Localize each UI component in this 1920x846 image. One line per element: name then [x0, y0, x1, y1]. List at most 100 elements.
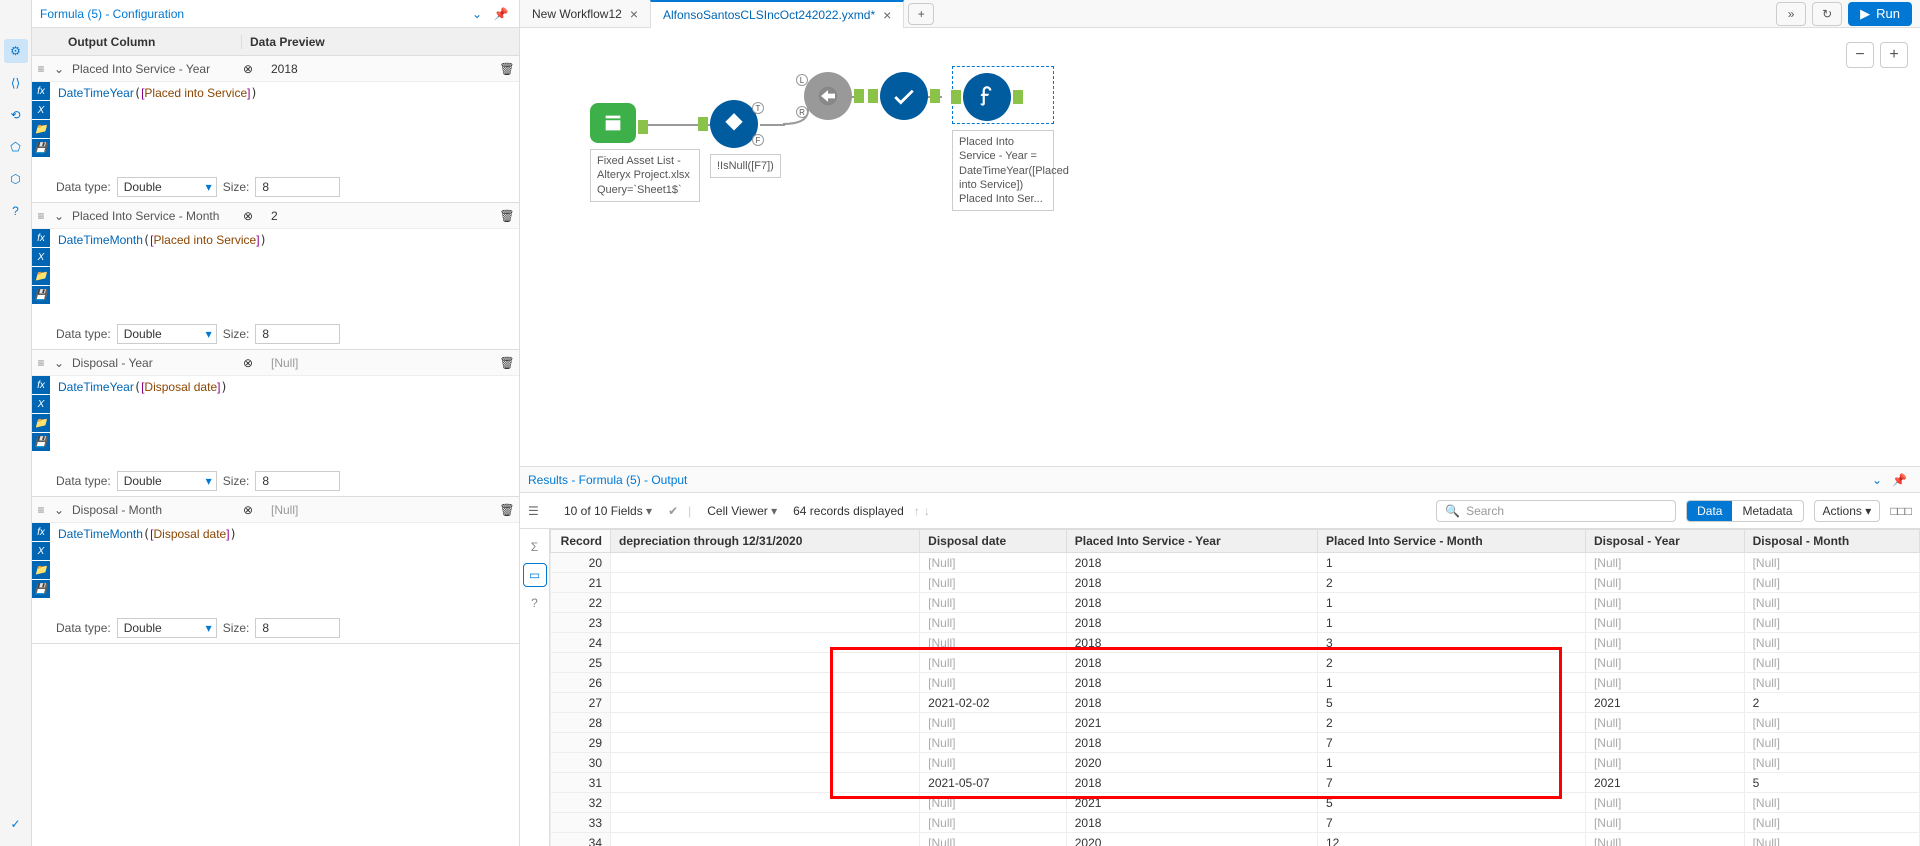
folder-icon[interactable]: 📁 — [32, 561, 50, 579]
datatype-dropdown[interactable]: Double — [117, 324, 217, 344]
column-header[interactable]: Placed Into Service - Month — [1317, 530, 1585, 553]
table-cell[interactable] — [611, 653, 920, 673]
chevron-down-icon[interactable]: ⌄ — [50, 209, 68, 223]
pin-icon[interactable]: 📌 — [491, 4, 511, 24]
drag-handle-icon[interactable]: ≡ — [32, 356, 50, 370]
anchor-false[interactable]: F — [752, 134, 764, 146]
table-cell[interactable] — [611, 813, 920, 833]
table-cell[interactable]: [Null] — [1585, 713, 1744, 733]
table-cell[interactable]: 24 — [551, 633, 611, 653]
table-cell[interactable]: 1 — [1317, 593, 1585, 613]
size-input[interactable]: 8 — [255, 324, 340, 344]
table-cell[interactable]: 2018 — [1066, 573, 1317, 593]
table-cell[interactable]: 26 — [551, 673, 611, 693]
chevron-down-icon[interactable]: ⌄ — [50, 503, 68, 517]
table-cell[interactable]: 3 — [1317, 633, 1585, 653]
table-cell[interactable]: 2018 — [1066, 813, 1317, 833]
table-row[interactable]: 34[Null]202012[Null][Null] — [551, 833, 1920, 846]
table-cell[interactable]: [Null] — [920, 673, 1067, 693]
table-cell[interactable]: [Null] — [920, 833, 1067, 846]
help-icon[interactable]: ? — [4, 199, 28, 223]
datatype-dropdown[interactable]: Double — [117, 618, 217, 638]
table-cell[interactable]: [Null] — [1585, 553, 1744, 573]
table-cell[interactable] — [611, 593, 920, 613]
formula-editor[interactable]: DateTimeMonth([Placed into Service]) — [50, 229, 519, 319]
anchor-out[interactable] — [1013, 90, 1023, 104]
table-row[interactable]: 22[Null]20181[Null][Null] — [551, 593, 1920, 613]
overflow-icon[interactable]: » — [1776, 2, 1806, 26]
table-row[interactable]: 26[Null]20181[Null][Null] — [551, 673, 1920, 693]
anchor-in[interactable]: R — [796, 106, 808, 118]
table-cell[interactable]: [Null] — [1585, 733, 1744, 753]
table-cell[interactable] — [611, 713, 920, 733]
table-cell[interactable] — [611, 693, 920, 713]
tag-icon[interactable]: ⬠ — [4, 135, 28, 159]
table-cell[interactable]: 21 — [551, 573, 611, 593]
table-row[interactable]: 33[Null]20187[Null][Null] — [551, 813, 1920, 833]
table-cell[interactable]: 2 — [1317, 653, 1585, 673]
table-row[interactable]: 24[Null]20183[Null][Null] — [551, 633, 1920, 653]
add-tab-button[interactable]: + — [908, 3, 934, 25]
transform-tool-node[interactable]: L R — [804, 72, 852, 120]
zoom-out-button[interactable]: − — [1846, 42, 1874, 68]
history-icon[interactable]: ↻ — [1812, 2, 1842, 26]
table-cell[interactable]: [Null] — [1744, 593, 1919, 613]
data-view-icon[interactable]: ▭ — [523, 563, 547, 587]
size-input[interactable]: 8 — [255, 177, 340, 197]
table-cell[interactable]: [Null] — [1585, 673, 1744, 693]
table-cell[interactable]: 2020 — [1066, 833, 1317, 846]
messages-view-icon[interactable]: Σ — [523, 535, 547, 559]
table-cell[interactable]: [Null] — [1744, 813, 1919, 833]
table-cell[interactable]: 33 — [551, 813, 611, 833]
chevron-down-icon[interactable]: ⌄ — [50, 62, 68, 76]
trash-icon[interactable]: 🗑 — [495, 503, 519, 517]
table-cell[interactable]: 2018 — [1066, 633, 1317, 653]
table-cell[interactable] — [611, 753, 920, 773]
save-icon[interactable]: 💾 — [32, 286, 50, 304]
datatype-dropdown[interactable]: Double — [117, 471, 217, 491]
table-cell[interactable]: 2021 — [1585, 773, 1744, 793]
table-cell[interactable]: [Null] — [1744, 793, 1919, 813]
table-cell[interactable]: 31 — [551, 773, 611, 793]
table-cell[interactable]: 5 — [1744, 773, 1919, 793]
column-name[interactable]: Disposal - Month — [68, 503, 243, 517]
table-cell[interactable]: 20 — [551, 553, 611, 573]
x-icon[interactable]: X — [32, 395, 50, 413]
table-cell[interactable]: [Null] — [1744, 653, 1919, 673]
trash-icon[interactable]: 🗑 — [495, 62, 519, 76]
folder-icon[interactable]: 📁 — [32, 267, 50, 285]
package-icon[interactable]: ⬡ — [4, 167, 28, 191]
help-icon[interactable]: ? — [523, 591, 547, 615]
table-cell[interactable]: [Null] — [1585, 593, 1744, 613]
table-cell[interactable]: [Null] — [1585, 833, 1744, 846]
fx-icon[interactable]: fx — [32, 376, 50, 394]
table-cell[interactable]: 2021-05-07 — [920, 773, 1067, 793]
anchor-in[interactable] — [868, 89, 878, 103]
clear-icon[interactable]: ⊗ — [243, 356, 263, 370]
table-cell[interactable]: 1 — [1317, 613, 1585, 633]
formula-editor[interactable]: DateTimeMonth([Disposal date]) — [50, 523, 519, 613]
table-cell[interactable]: 2021 — [1585, 693, 1744, 713]
input-tool-node[interactable]: Fixed Asset List - Alteryx Project.xlsx … — [590, 103, 700, 202]
table-cell[interactable]: [Null] — [920, 653, 1067, 673]
datatype-dropdown[interactable]: Double — [117, 177, 217, 197]
table-row[interactable]: 21[Null]20182[Null][Null] — [551, 573, 1920, 593]
data-tab[interactable]: Data — [1687, 501, 1732, 521]
table-cell[interactable]: 29 — [551, 733, 611, 753]
check-icon[interactable]: ✔ — [668, 504, 678, 518]
workflow-tab[interactable]: AlfonsoSantosCLSIncOct242022.yxmd*× — [650, 0, 904, 28]
table-cell[interactable] — [611, 613, 920, 633]
table-cell[interactable]: [Null] — [920, 813, 1067, 833]
formula-tool-node[interactable]: Placed Into Service - Year = DateTimeYea… — [952, 66, 1054, 211]
folder-icon[interactable]: 📁 — [32, 414, 50, 432]
fields-selector[interactable]: 10 of 10 Fields — [558, 502, 658, 520]
table-cell[interactable]: 2 — [1744, 693, 1919, 713]
table-cell[interactable]: 32 — [551, 793, 611, 813]
x-icon[interactable]: X — [32, 101, 50, 119]
table-cell[interactable]: [Null] — [1744, 633, 1919, 653]
table-cell[interactable] — [611, 833, 920, 846]
column-name[interactable]: Disposal - Year — [68, 356, 243, 370]
fx-icon[interactable]: fx — [32, 229, 50, 247]
check-icon[interactable]: ✓ — [4, 812, 28, 836]
chevron-down-icon[interactable]: ⌄ — [50, 356, 68, 370]
